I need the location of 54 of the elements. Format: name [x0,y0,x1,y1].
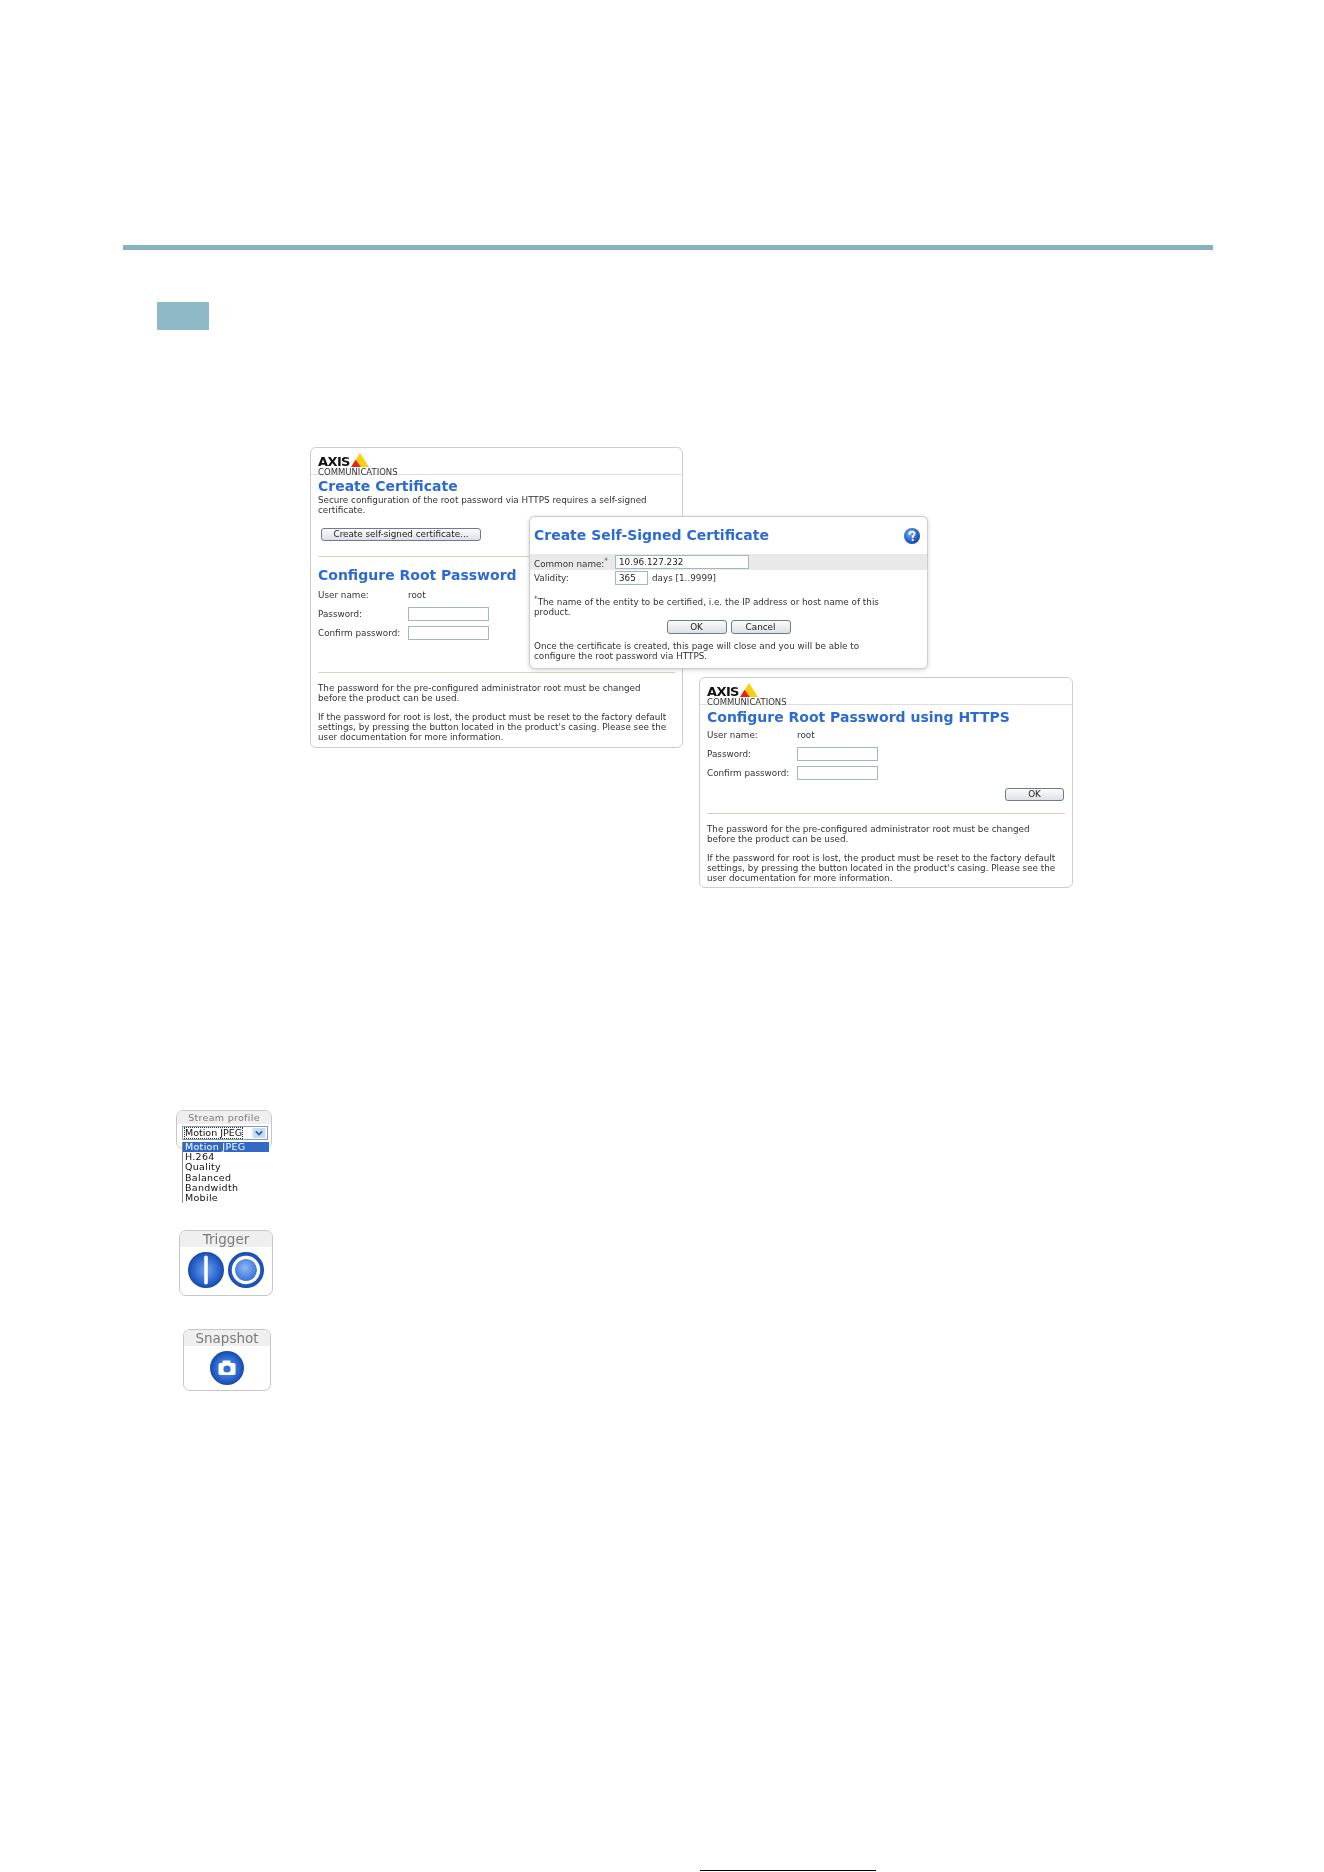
field-label: Validity: [534,572,570,583]
note-text: If the password for root is lost, the product must be reset to the factory default settings, by pressing the button located in the product's casing. Please see the user documentation for more information. [707,853,1057,883]
dialog-button[interactable]: Cancel [730,619,791,634]
input-field[interactable]: 365 [615,570,648,585]
triangle-logo-icon [350,453,369,467]
ring-circle-icon[interactable] [228,1252,264,1288]
dropdown-option[interactable]: Quality [183,1162,269,1173]
field-label: User name: [707,730,759,740]
panel-title: Trigger [180,1231,272,1247]
section-marker [157,302,209,330]
logo-tagline: COMMUNICATIONS [707,698,787,707]
logo-wordmark: AXIS [318,456,350,467]
ok-button[interactable]: OK [1005,788,1064,801]
input-field[interactable]: 10.96.127.232 [615,555,749,569]
logo-wordmark: AXIS [707,686,739,697]
note-text: If the password for root is lost, the product must be reset to the factory default settings, by pressing the button located in the product's casing. Please see the user documentation for more information. [318,712,668,742]
note-text: The password for the pre-configured administrator root must be changed before the product can be used. [318,683,642,703]
caret-icon [252,1128,266,1138]
logo-tagline: COMMUNICATIONS [318,468,398,477]
field-value: root [408,590,427,600]
help-icon[interactable] [904,527,920,544]
field-label: Confirm password: [707,768,791,778]
footnote-text: $^{*}$The name of the entity to be certified, i.e. the IP address or host name of this product. [534,594,880,617]
line-circle-icon[interactable] [188,1252,224,1288]
dialog-button[interactable]: OK [666,619,727,634]
field-label: Common name:$^{*}$ [534,555,609,569]
input-field[interactable] [408,607,489,621]
stream-profile-select[interactable]: Motion JPEG [182,1126,268,1140]
field-value: root [797,730,816,740]
description-text: Secure configuration of the root password via HTTPS requires a self-signed certificate. [318,495,648,515]
camera-icon[interactable] [210,1351,244,1385]
unit-text: days [1..9999] [652,572,716,583]
field-label: Confirm password: [318,628,402,638]
field-label: Password: [318,609,364,619]
dialog-title: Create Self-Signed Certificate [534,527,769,544]
section-title: Configure Root Password [318,567,517,584]
field-label: User name: [318,590,370,600]
dropdown-option[interactable]: Mobile [183,1192,269,1204]
page-title: Create Certificate [318,478,458,495]
panel-title: Snapshot [184,1330,270,1346]
note-text: The password for the pre-configured administrator root must be changed before the product can be used. [707,824,1031,844]
info-text: Once the certificate is created, this page will close and you will be able to configure the root password via HTTPS. [534,640,861,661]
dropdown-option[interactable]: Balanced [183,1172,269,1183]
create-certificate-button[interactable]: Create self-signed certificate... [321,528,481,541]
input-field[interactable] [797,766,878,780]
dropdown-option[interactable]: H.264 [183,1152,269,1163]
input-field[interactable] [797,747,878,761]
input-field[interactable] [408,626,489,640]
panel-title: Stream profile [177,1111,271,1124]
field-label: Password: [707,749,753,759]
dropdown-option[interactable]: Motion JPEG [183,1142,269,1153]
dropdown-option[interactable]: Bandwidth [183,1182,269,1193]
triangle-logo-icon [739,683,758,697]
page-title: Configure Root Password using HTTPS [707,709,1010,726]
